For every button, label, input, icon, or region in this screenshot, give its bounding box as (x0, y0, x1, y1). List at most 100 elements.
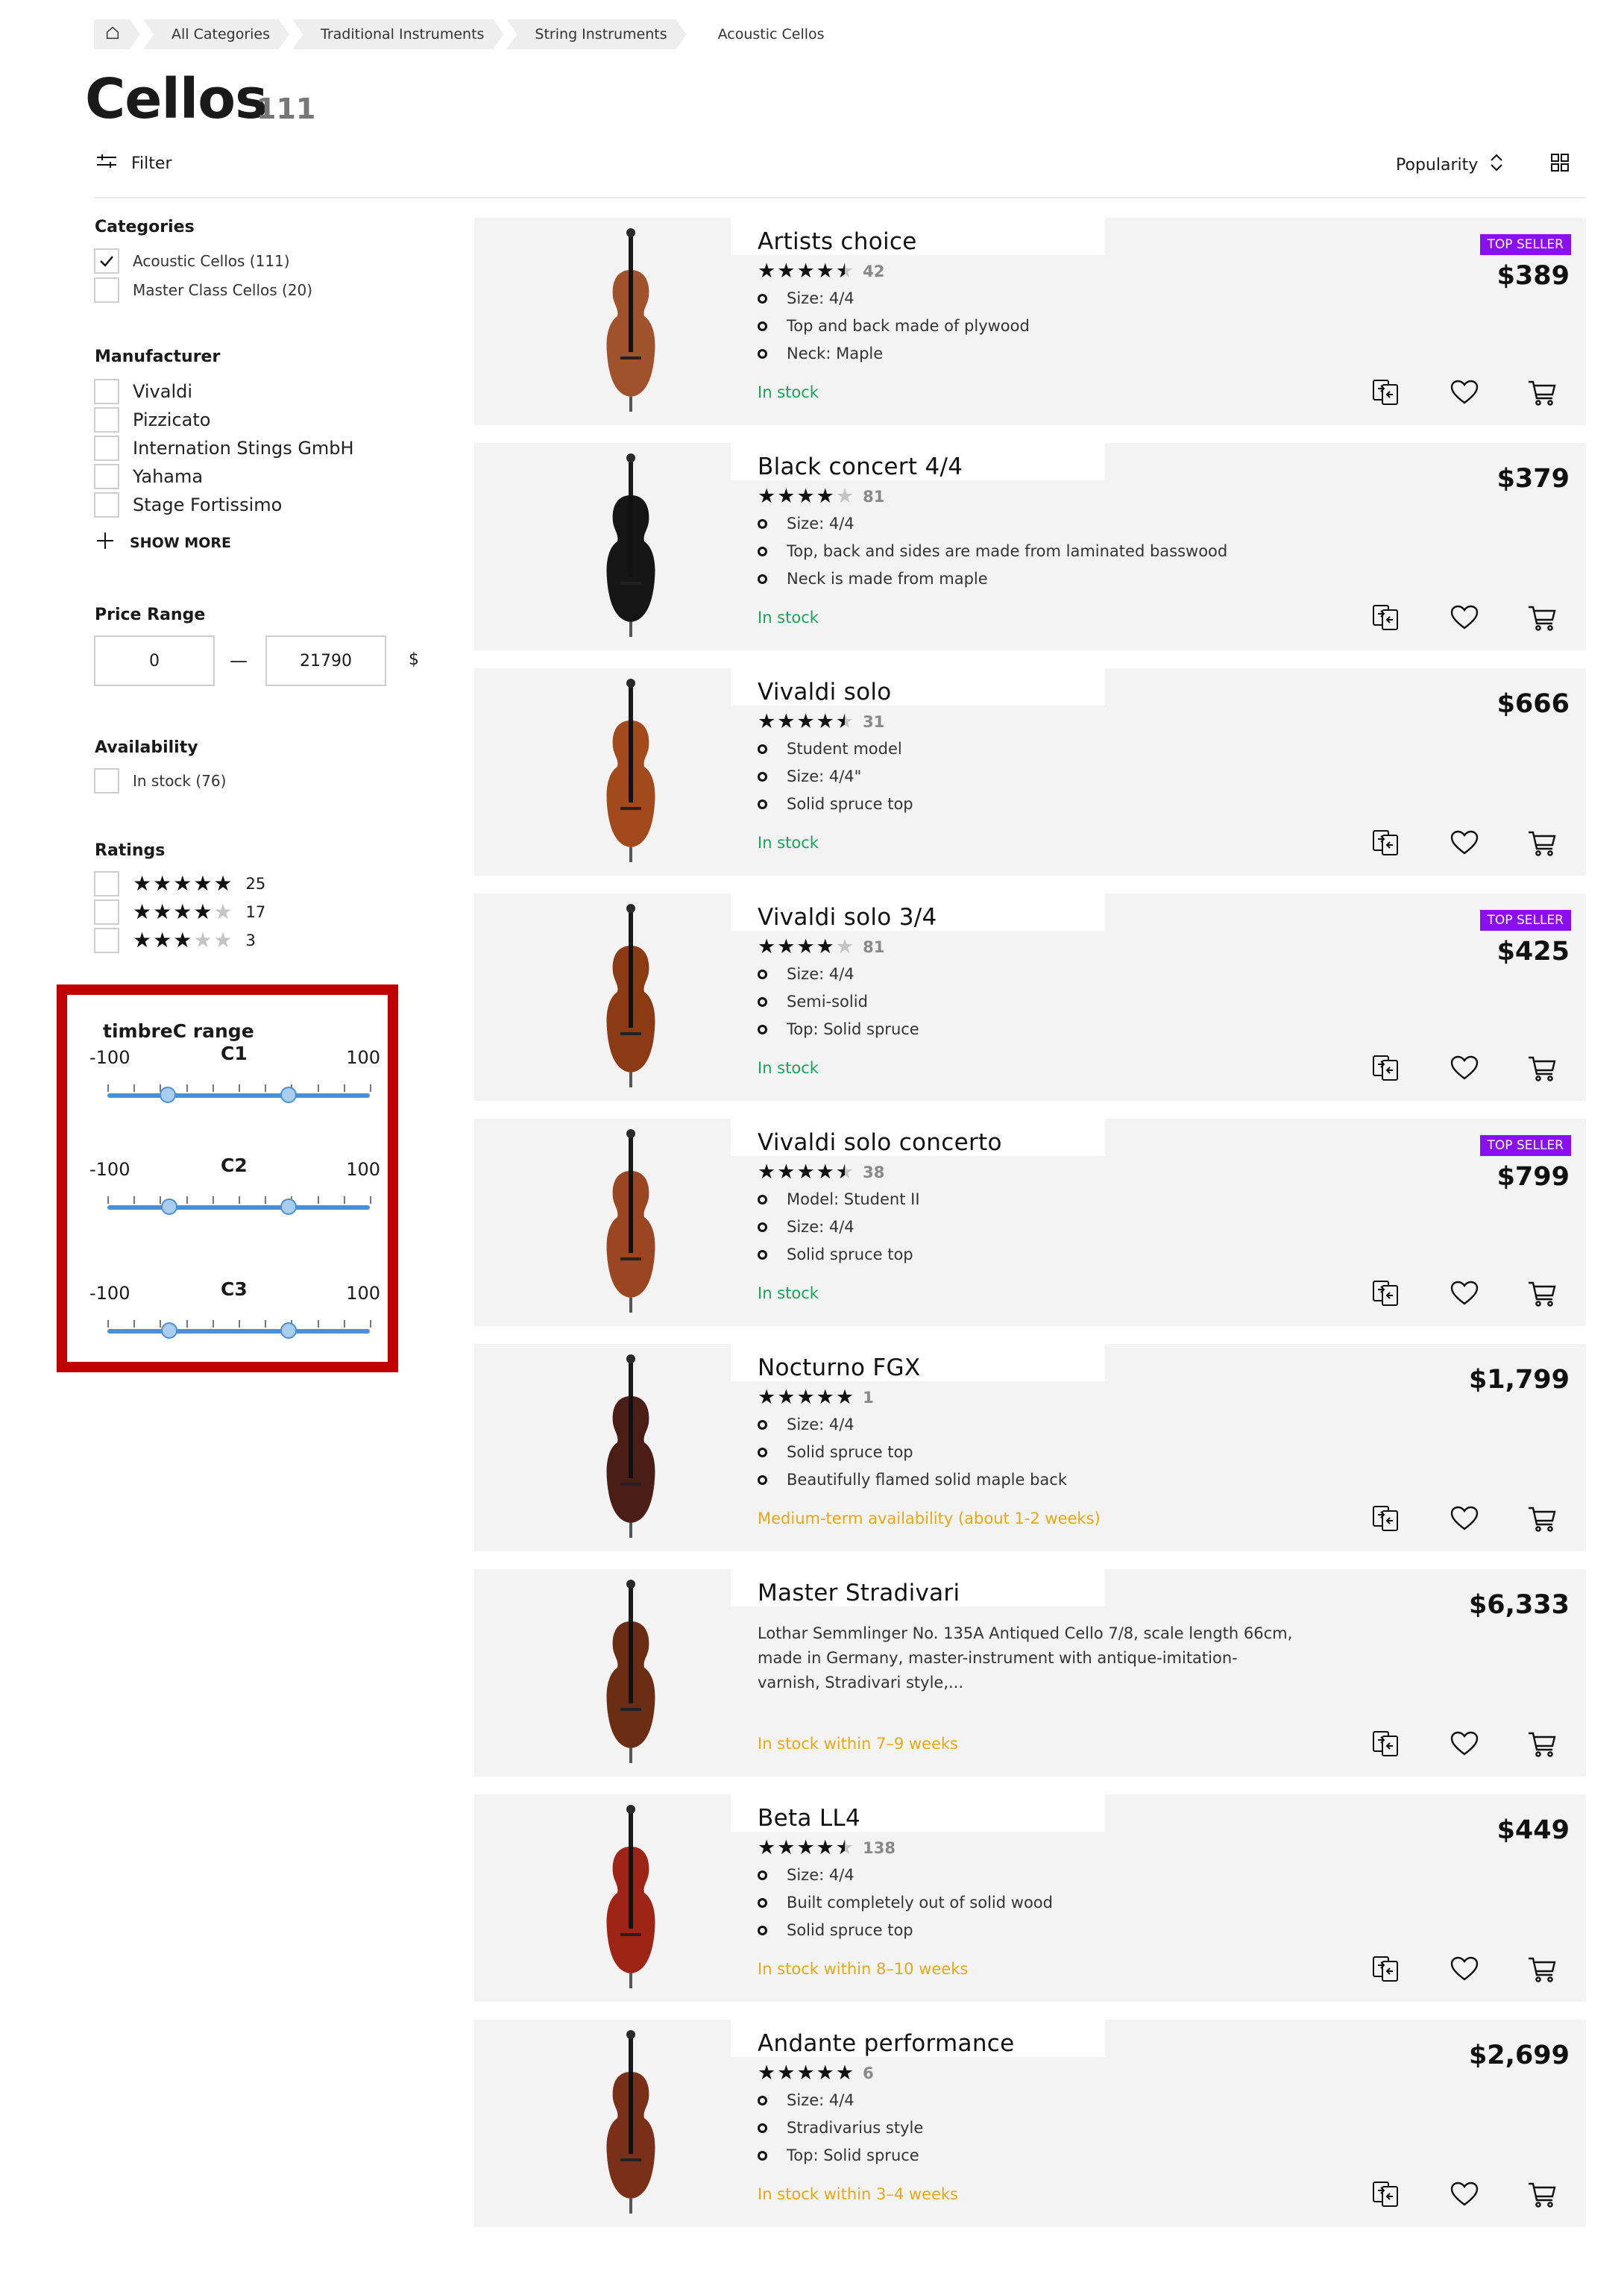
product-card[interactable]: Andante performance ★ ★ ★ ★ ★ 6 Size: 4/4 Stradi… (474, 2015, 1586, 2227)
cello-image[interactable] (586, 1126, 676, 1317)
checkbox-checked[interactable] (94, 248, 119, 274)
slider-low-handle[interactable] (160, 1322, 177, 1339)
range-slider-c3[interactable]: -100 C3 100 (89, 1278, 388, 1365)
product-card[interactable]: Beta LL4 ★ ★ ★ ★ ★ 138 Size: 4/4 Built completel… (474, 1790, 1586, 2002)
product-name[interactable]: Vivaldi solo 3/4 (758, 904, 937, 931)
product-name[interactable]: Black concert 4/4 (758, 453, 963, 480)
product-name[interactable]: Vivaldi solo (758, 679, 892, 706)
cart-icon[interactable] (1526, 826, 1558, 859)
product-card[interactable]: Master Stradivari Lothar Semmlinger No. 1… (474, 1565, 1586, 1777)
product-card[interactable]: Vivaldi solo ★ ★ ★ ★ ★ 31 Student model Size: 4/… (474, 664, 1586, 876)
slider-low-handle[interactable] (160, 1199, 177, 1215)
cello-image[interactable] (586, 1577, 676, 1768)
product-card[interactable]: Nocturno FGX ★ ★ ★ ★ ★ 1 Size: 4/4 Solid spruce … (474, 1339, 1586, 1551)
filter-button[interactable]: Filter (95, 152, 171, 175)
heart-icon[interactable] (1448, 376, 1481, 409)
price-min-input[interactable]: 0 (94, 635, 215, 686)
cello-image[interactable] (586, 676, 676, 867)
product-name[interactable]: Beta LL4 (758, 1805, 860, 1832)
compare-icon[interactable] (1369, 376, 1402, 409)
checkbox[interactable] (94, 768, 119, 794)
product-name[interactable]: Nocturno FGX (758, 1354, 920, 1381)
cart-icon[interactable] (1526, 2178, 1558, 2211)
cart-icon[interactable] (1526, 1052, 1558, 1084)
heart-icon[interactable] (1448, 1953, 1481, 1985)
breadcrumb-item[interactable]: Traditional Instruments (292, 19, 503, 49)
slider-track[interactable] (107, 1093, 370, 1098)
slider-high-handle[interactable] (280, 1199, 297, 1215)
compare-icon[interactable] (1369, 601, 1402, 634)
cart-icon[interactable] (1526, 601, 1558, 634)
compare-icon[interactable] (1369, 1953, 1402, 1985)
checkbox[interactable] (94, 436, 119, 461)
breadcrumb-home[interactable] (94, 19, 140, 49)
cello-image[interactable] (586, 2027, 676, 2218)
checkbox[interactable] (94, 899, 119, 925)
product-card[interactable]: Black concert 4/4 ★ ★ ★ ★ ★ 81 Size: 4/4 Top, ba… (474, 439, 1586, 650)
range-slider-c1[interactable]: -100 C1 100 (89, 1043, 388, 1129)
feature-text: Size: 4/4 (787, 1866, 855, 1884)
slider-low-handle[interactable] (159, 1087, 176, 1103)
star-icon: ★ (153, 871, 172, 896)
compare-icon[interactable] (1369, 2178, 1402, 2211)
checkbox[interactable] (94, 379, 119, 404)
heart-icon[interactable] (1448, 601, 1481, 634)
product-name[interactable]: Master Stradivari (758, 1580, 960, 1606)
manufacturer-option[interactable]: Vivaldi (94, 379, 192, 404)
cart-icon[interactable] (1526, 1502, 1558, 1535)
product-name[interactable]: Andante performance (758, 2030, 1015, 2057)
range-slider-c2[interactable]: -100 C2 100 (89, 1155, 388, 1241)
manufacturer-option[interactable]: Yahama (94, 464, 203, 489)
category-option[interactable]: Master Class Cellos (20) (94, 277, 312, 303)
heart-icon[interactable] (1448, 826, 1481, 859)
product-name[interactable]: Vivaldi solo concerto (758, 1129, 1002, 1156)
checkbox[interactable] (94, 277, 119, 303)
compare-icon[interactable] (1369, 1052, 1402, 1084)
price-max-input[interactable]: 21790 (265, 635, 386, 686)
rating-option[interactable]: ★ ★ ★ ★ ★ 17 (94, 899, 265, 925)
compare-icon[interactable] (1369, 1727, 1402, 1760)
heart-icon[interactable] (1448, 1052, 1481, 1084)
manufacturer-option[interactable]: Internation Stings GmbH (94, 436, 354, 461)
checkbox[interactable] (94, 464, 119, 489)
cart-icon[interactable] (1526, 376, 1558, 409)
breadcrumb-item[interactable]: All Categories (143, 19, 289, 49)
cello-image[interactable] (586, 1351, 676, 1542)
rating-option[interactable]: ★ ★ ★ ★ ★ 3 (94, 928, 256, 953)
checkbox[interactable] (94, 407, 119, 433)
breadcrumb-item[interactable]: String Instruments (506, 19, 686, 49)
cello-image[interactable] (586, 1802, 676, 1993)
product-card[interactable]: Artists choice ★ ★ ★ ★ ★ 42 Size: 4/4 Top and ba… (474, 213, 1586, 425)
cello-image[interactable] (586, 450, 676, 641)
sort-dropdown[interactable]: Popularity (1396, 152, 1505, 178)
cart-icon[interactable] (1526, 1953, 1558, 1985)
compare-icon[interactable] (1369, 1277, 1402, 1310)
product-name[interactable]: Artists choice (758, 228, 917, 255)
compare-icon[interactable] (1369, 1502, 1402, 1535)
manufacturer-option[interactable]: Pizzicato (94, 407, 210, 433)
heart-icon[interactable] (1448, 2178, 1481, 2211)
slider-high-handle[interactable] (280, 1087, 297, 1103)
grid-view-icon[interactable] (1549, 152, 1570, 173)
slider-high-handle[interactable] (280, 1322, 297, 1339)
slider-track[interactable] (107, 1329, 370, 1334)
rating-option[interactable]: ★ ★ ★ ★ ★ 25 (94, 871, 265, 896)
show-more-button[interactable]: SHOW MORE (95, 531, 231, 554)
manufacturer-option[interactable]: Stage Fortissimo (94, 492, 282, 518)
heart-icon[interactable] (1448, 1277, 1481, 1310)
slider-track[interactable] (107, 1205, 370, 1210)
checkbox[interactable] (94, 928, 119, 953)
heart-icon[interactable] (1448, 1727, 1481, 1760)
product-card[interactable]: Vivaldi solo 3/4 ★ ★ ★ ★ ★ 81 Size: 4/4 Semi-sol… (474, 889, 1586, 1101)
product-card[interactable]: Vivaldi solo concerto ★ ★ ★ ★ ★ 38 Model: Stude… (474, 1114, 1586, 1326)
availability-option[interactable]: In stock (76) (94, 768, 226, 794)
cello-image[interactable] (586, 901, 676, 1092)
cart-icon[interactable] (1526, 1277, 1558, 1310)
cart-icon[interactable] (1526, 1727, 1558, 1760)
checkbox[interactable] (94, 871, 119, 896)
checkbox[interactable] (94, 492, 119, 518)
category-option[interactable]: Acoustic Cellos (111) (94, 248, 290, 274)
heart-icon[interactable] (1448, 1502, 1481, 1535)
compare-icon[interactable] (1369, 826, 1402, 859)
cello-image[interactable] (586, 225, 676, 416)
